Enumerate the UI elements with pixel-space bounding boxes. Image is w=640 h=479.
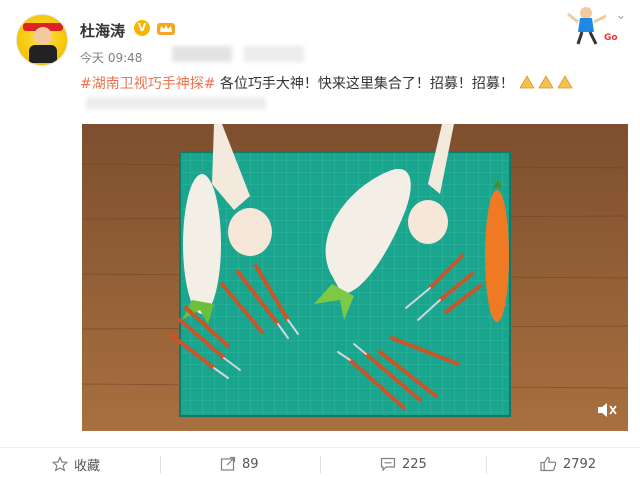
repost-button[interactable]: 89 xyxy=(220,448,259,479)
avatar-face xyxy=(34,27,52,45)
crown-icon xyxy=(157,23,175,35)
comment-count: 225 xyxy=(402,456,427,472)
repost-icon xyxy=(220,456,236,471)
action-divider xyxy=(320,456,321,474)
action-bar: 收藏 89 225 2792 xyxy=(0,447,640,479)
blurred-source-2 xyxy=(244,46,304,62)
username[interactable]: 杜海涛 xyxy=(80,20,125,41)
more-menu-icon[interactable]: ⌄ xyxy=(616,8,626,22)
like-button[interactable]: 2792 xyxy=(540,448,596,479)
post-video[interactable] xyxy=(82,124,628,431)
svg-text:Go: Go xyxy=(604,33,618,43)
video-frame xyxy=(82,124,628,431)
favorite-label: 收藏 xyxy=(74,458,101,474)
pray-emoji-icons xyxy=(519,75,574,89)
verified-icon: V xyxy=(134,20,150,36)
blurred-line xyxy=(86,97,266,109)
like-count: 2792 xyxy=(563,456,597,472)
post-body: 各位巧手大神！快来这里集合了！招募！招募！ xyxy=(215,76,514,92)
post-text: #湖南卫视巧手神探# 各位巧手大神！快来这里集合了！招募！招募！ xyxy=(80,73,576,93)
thumbs-up-icon xyxy=(540,456,557,472)
weibo-post-card: 杜海涛 V 今天 09:48 #湖南卫视巧手神探# 各位巧手大神！快来这里集合了… xyxy=(0,0,640,479)
blurred-source xyxy=(172,46,232,62)
action-divider xyxy=(486,456,487,474)
comment-button[interactable]: 225 xyxy=(380,448,427,479)
post-time[interactable]: 今天 09:48 xyxy=(80,49,142,66)
volume-mute-icon[interactable] xyxy=(596,400,618,420)
hashtag-link[interactable]: #湖南卫视巧手神探# xyxy=(80,76,215,92)
star-icon xyxy=(52,456,68,472)
action-divider xyxy=(160,456,161,474)
user-avatar[interactable] xyxy=(16,14,68,66)
comment-icon xyxy=(380,457,396,472)
avatar-body xyxy=(29,45,57,63)
repost-count: 89 xyxy=(242,456,259,472)
favorite-button[interactable]: 收藏 xyxy=(52,448,100,479)
